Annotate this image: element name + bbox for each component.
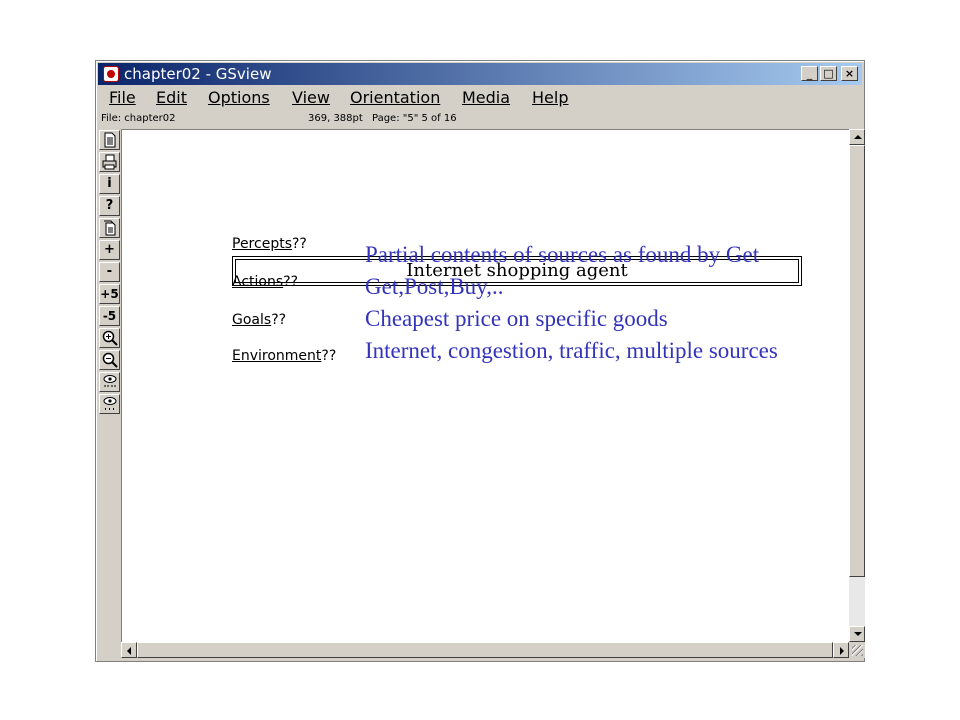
status-coords: 369, 388pt [308,113,363,124]
menu-options[interactable]: Options [208,88,270,107]
answer-environment: Internet, congestion, traffic, multiple … [365,338,778,363]
answer-percepts: Partial contents of sources as found by … [365,242,760,267]
zoom-in-icon [102,330,118,346]
label-environment-suffix: ?? [321,348,337,364]
scroll-right-button[interactable] [833,642,849,658]
answer-actions: Get,Post,Buy,.. [365,274,504,299]
label-actions-text: Actions [232,274,284,290]
zoom-out-button[interactable] [99,350,120,370]
print-button[interactable] [99,152,120,172]
gsview-app-icon[interactable] [103,66,119,82]
label-percepts-suffix: ?? [292,236,307,252]
zoom-out-icon [102,352,118,368]
prev-page-button[interactable]: - [99,262,120,282]
find-icon [103,375,116,387]
scroll-down-button[interactable] [849,626,865,642]
status-page: Page: "5" 5 of 16 [372,113,457,124]
menu-view-label: View [292,88,330,107]
menu-edit-label: Edit [156,88,187,107]
maximize-button[interactable]: □ [820,66,837,81]
zoom-in-button[interactable] [99,328,120,348]
label-environment-text: Environment [232,348,322,364]
close-button[interactable]: × [841,66,858,81]
label-actions: Actions?? [232,274,298,290]
skip-back-button[interactable]: -5 [99,306,120,326]
menu-options-label: Options [208,88,270,107]
status-bar: File: chapter02 369, 388pt Page: "5" 5 o… [98,111,862,127]
scroll-up-button[interactable] [849,129,865,145]
find-next-button[interactable] [99,394,120,414]
prev-page-icon: - [106,264,113,279]
label-percepts-text: Percepts [232,236,292,252]
help-icon: ? [105,198,114,213]
label-actions-suffix: ?? [283,274,299,290]
arrow-right-icon [840,647,844,655]
horizontal-scroll-thumb[interactable] [137,642,833,658]
label-goals-text: Goals [232,312,272,328]
vertical-scrollbar[interactable] [849,129,865,642]
find-next-icon [103,397,116,410]
open-icon [104,132,115,148]
resize-grip[interactable] [849,642,865,658]
menu-file[interactable]: File [109,88,136,107]
help-button[interactable]: ? [99,196,120,216]
menu-help[interactable]: Help [532,88,568,107]
goto-page-icon [103,220,115,236]
menu-media[interactable]: Media [462,88,510,107]
document-viewport[interactable]: Internet shopping agent Percepts?? Actio… [121,129,849,642]
arrow-up-icon [854,135,862,139]
vertical-scroll-thumb[interactable] [849,145,865,577]
next-page-button[interactable]: + [99,240,120,260]
window-title: chapter02 - GSview [124,65,272,83]
skip-forward-button[interactable]: +5 [99,284,120,304]
menu-view[interactable]: View [292,88,330,107]
title-bar[interactable]: chapter02 - GSview _ □ × [98,63,862,85]
minimize-button[interactable]: _ [801,66,818,81]
open-button[interactable] [99,130,120,150]
arrow-left-icon [127,647,131,655]
horizontal-scrollbar[interactable] [121,642,849,658]
menu-orientation[interactable]: Orientation [350,88,440,107]
label-environment: Environment?? [232,348,336,364]
label-percepts: Percepts?? [232,236,307,252]
menu-file-label: File [109,88,136,107]
status-file: File: chapter02 [101,113,176,124]
skip-forward-icon: +5 [100,287,119,301]
next-page-icon: + [104,242,115,257]
menu-orientation-label: Orientation [350,88,441,107]
print-icon [102,154,117,170]
menu-help-label: Help [532,88,569,107]
menu-edit[interactable]: Edit [156,88,187,107]
info-icon: i [107,176,112,191]
menu-bar: File Edit Options View Orientation Media… [98,86,862,110]
find-button[interactable] [99,372,120,392]
answer-goals: Cheapest price on specific goods [365,306,668,331]
info-button[interactable]: i [99,174,120,194]
gsview-window: chapter02 - GSview _ □ × File Edit Optio… [95,60,865,662]
goto-page-button[interactable] [99,218,120,238]
label-goals: Goals?? [232,312,286,328]
label-goals-suffix: ?? [271,312,287,328]
menu-media-label: Media [462,88,511,107]
skip-back-icon: -5 [102,309,117,323]
scroll-left-button[interactable] [121,642,137,658]
arrow-down-icon [854,632,862,636]
